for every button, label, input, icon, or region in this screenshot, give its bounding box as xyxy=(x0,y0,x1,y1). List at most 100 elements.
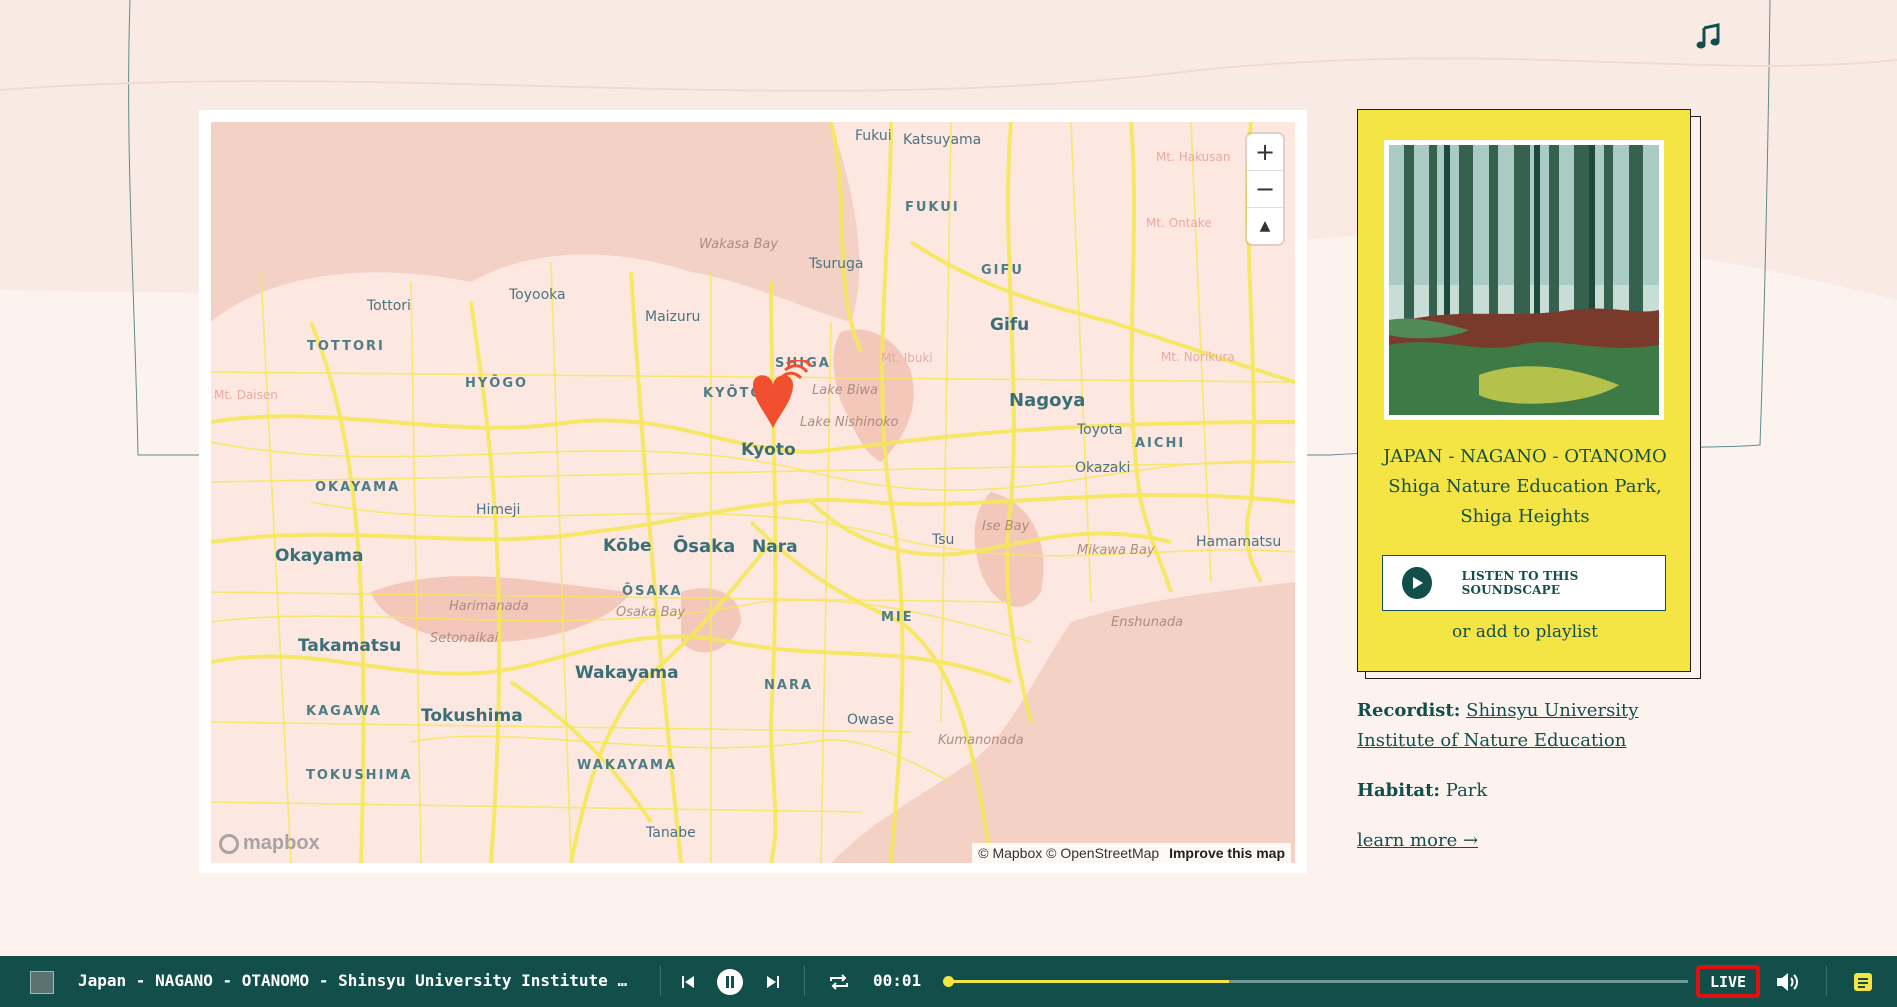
listen-soundscape-button[interactable]: LISTEN TO THIS SOUNDSCAPE xyxy=(1382,555,1666,611)
forest-painting xyxy=(1389,145,1659,415)
map-frame: Fukui Katsuyama FUKUI Wakasa Bay Tsuruga… xyxy=(199,110,1307,873)
map-label-owase: Owase xyxy=(847,712,894,728)
map-label-hyogo: HYŌGO xyxy=(465,376,529,391)
map-label-tottori-city: Tottori xyxy=(367,298,411,314)
location-place-line: Shiga Nature Education Park, xyxy=(1388,476,1662,497)
location-marker-icon[interactable] xyxy=(743,360,813,440)
map[interactable]: Fukui Katsuyama FUKUI Wakasa Bay Tsuruga… xyxy=(211,122,1295,863)
map-label-tottori-pref: TOTTORI xyxy=(307,339,385,354)
attribution-text[interactable]: © Mapbox © OpenStreetMap xyxy=(978,845,1159,861)
map-label-wakayama-pref: WAKAYAMA xyxy=(577,758,677,773)
track-title: Japan - NAGANO - OTANOMO - Shinsyu Unive… xyxy=(78,971,633,990)
skip-forward-icon xyxy=(767,976,779,988)
map-label-setonaikai: Setonaikai xyxy=(430,631,499,646)
map-label-tokushima: Tokushima xyxy=(421,706,523,726)
map-label-fukui-pref: FUKUI xyxy=(905,200,960,215)
map-label-lake-nishinoko: Lake Nishinoko xyxy=(800,415,899,430)
location-area-line: Shiga Heights xyxy=(1460,506,1590,527)
recordist-label: Recordist: xyxy=(1357,700,1461,721)
map-label-aichi: AICHI xyxy=(1135,436,1186,451)
map-zoom-control: + − ▲ xyxy=(1247,134,1283,244)
map-label-tokushima-pref: TOKUSHIMA xyxy=(306,768,413,783)
map-label-mt-hakusan: Mt. Hakusan xyxy=(1156,150,1231,164)
add-to-playlist-link[interactable]: or add to playlist xyxy=(1358,622,1692,642)
habitat-info: Habitat: Park xyxy=(1357,776,1707,806)
learn-more-container: learn more → xyxy=(1357,826,1707,856)
pause-button[interactable] xyxy=(717,969,743,995)
compass-reset-button[interactable]: ▲ xyxy=(1247,208,1283,244)
map-label-mikawa-bay: Mikawa Bay xyxy=(1077,543,1155,558)
zoom-in-button[interactable]: + xyxy=(1247,134,1283,171)
soundscape-image xyxy=(1384,140,1664,420)
mapbox-logo-text: mapbox xyxy=(243,832,320,854)
map-label-okayama: Okayama xyxy=(275,546,364,566)
mapbox-logo[interactable]: mapbox xyxy=(219,832,320,855)
progress-bar[interactable] xyxy=(943,976,1688,987)
map-label-lake-biwa: Lake Biwa xyxy=(812,383,878,398)
map-label-osaka: Ōsaka xyxy=(673,536,736,557)
volume-button[interactable] xyxy=(1775,969,1801,995)
map-label-mt-daisen: Mt. Daisen xyxy=(214,388,278,402)
playlist-icon xyxy=(1854,973,1872,991)
map-label-nagoya: Nagoya xyxy=(1009,390,1086,411)
map-label-tanabe: Tanabe xyxy=(646,825,696,841)
repeat-icon xyxy=(830,974,848,990)
volume-icon xyxy=(1777,973,1798,991)
map-label-maizuru: Maizuru xyxy=(645,309,701,325)
live-button[interactable]: LIVE xyxy=(1696,965,1760,998)
map-label-katsuyama: Katsuyama xyxy=(903,132,982,148)
improve-map-link[interactable]: Improve this map xyxy=(1169,845,1285,861)
music-note-icon[interactable] xyxy=(1693,22,1723,52)
progress-knob[interactable] xyxy=(943,976,954,987)
map-label-gifu-pref: GIFU xyxy=(981,263,1024,278)
elapsed-time: 00:01 xyxy=(873,971,922,990)
map-label-okayama-pref: OKAYAMA xyxy=(315,480,401,495)
map-label-ise-bay: Ise Bay xyxy=(982,519,1030,534)
recordist-info: Recordist: Shinsyu University Institute … xyxy=(1357,696,1707,756)
map-label-toyota: Toyota xyxy=(1077,422,1123,438)
map-label-toyooka: Toyooka xyxy=(509,287,566,303)
map-label-tsu: Tsu xyxy=(932,532,955,548)
map-label-tsuruga: Tsuruga xyxy=(809,256,864,272)
player-divider xyxy=(660,966,661,996)
map-label-mt-ibuki: Mt. Ibuki xyxy=(881,351,933,365)
soundscape-card: JAPAN - NAGANO - OTANOMO Shiga Nature Ed… xyxy=(1357,109,1691,672)
learn-more-link[interactable]: learn more → xyxy=(1357,830,1478,851)
map-label-kyoto: Kyoto xyxy=(741,440,796,460)
listen-label: LISTEN TO THIS SOUNDSCAPE xyxy=(1461,569,1579,597)
progress-fill xyxy=(948,980,1230,983)
player-divider xyxy=(1826,966,1827,996)
map-label-nara-pref: NARA xyxy=(764,678,814,693)
map-label-osaka-pref: ŌSAKA xyxy=(622,584,683,599)
zoom-out-button[interactable]: − xyxy=(1247,171,1283,208)
map-label-mie: MIE xyxy=(881,610,914,625)
repeat-button[interactable] xyxy=(826,969,852,995)
audio-player-bar: Japan - NAGANO - OTANOMO - Shinsyu Unive… xyxy=(0,956,1897,1007)
skip-back-icon xyxy=(682,976,694,988)
map-label-himeji: Himeji xyxy=(476,502,521,518)
card-location: JAPAN - NAGANO - OTANOMO Shiga Nature Ed… xyxy=(1358,442,1692,532)
play-icon xyxy=(1402,567,1432,599)
map-label-mt-ontake: Mt. Ontake xyxy=(1146,216,1212,230)
playlist-button[interactable] xyxy=(1850,969,1876,995)
map-label-nara: Nara xyxy=(752,537,798,557)
map-label-fukui-city: Fukui xyxy=(855,128,892,144)
map-label-enshunada: Enshunada xyxy=(1111,615,1184,630)
map-label-mt-norikura: Mt. Norikura xyxy=(1161,350,1235,364)
pause-icon xyxy=(717,969,743,995)
map-label-gifu: Gifu xyxy=(990,315,1030,335)
map-label-kagawa: KAGAWA xyxy=(306,704,383,719)
map-attribution: © Mapbox © OpenStreetMap Improve this ma… xyxy=(972,843,1291,863)
map-label-osaka-bay: Osaka Bay xyxy=(616,605,686,620)
map-label-kobe: Kōbe xyxy=(603,536,652,556)
map-label-kumanonada: Kumanonada xyxy=(938,733,1024,748)
previous-track-button[interactable] xyxy=(675,969,701,995)
map-label-hamamatsu: Hamamatsu xyxy=(1196,534,1282,550)
map-label-harimanada: Harimanada xyxy=(449,599,529,614)
location-country-line: JAPAN - NAGANO - OTANOMO xyxy=(1383,446,1667,467)
next-track-button[interactable] xyxy=(760,969,786,995)
habitat-value: Park xyxy=(1445,780,1488,801)
map-label-wakasa-bay: Wakasa Bay xyxy=(699,237,779,252)
player-divider xyxy=(804,966,805,996)
map-label-wakayama: Wakayama xyxy=(575,663,679,683)
